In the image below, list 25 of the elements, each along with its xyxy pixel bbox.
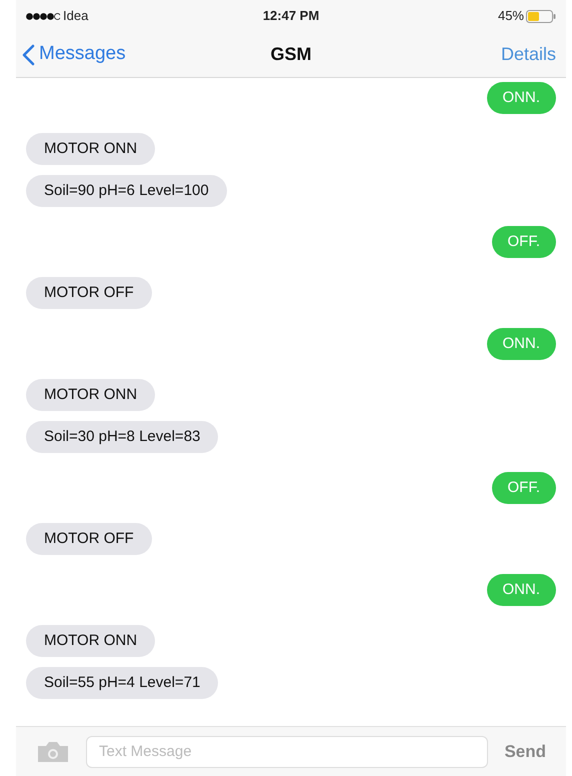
battery-percent: 45% xyxy=(498,7,524,26)
camera-icon[interactable] xyxy=(36,740,70,764)
send-button[interactable]: Send xyxy=(504,738,546,764)
received-message-bubble: MOTOR ONN xyxy=(26,379,156,411)
back-button[interactable]: Messages xyxy=(22,40,192,69)
received-message-bubble: MOTOR ONN xyxy=(26,133,156,165)
received-message-bubble: MOTOR OFF xyxy=(26,277,152,309)
received-message-bubble: MOTOR OFF xyxy=(26,523,152,555)
received-message-bubble: Soil=30 pH=8 Level=83 xyxy=(26,421,218,453)
details-button[interactable]: Details xyxy=(390,41,560,68)
sent-message-bubble: ONN. xyxy=(486,82,556,114)
sent-message-bubble: OFF. xyxy=(492,472,556,504)
clock-time: 12:47 PM xyxy=(262,7,320,26)
carrier-name: Idea xyxy=(63,7,88,26)
chevron-left-icon xyxy=(22,44,35,66)
signal-icon xyxy=(26,12,60,20)
sent-message-bubble: ONN. xyxy=(486,328,556,360)
conversation-title: GSM xyxy=(270,43,312,66)
received-message-bubble: MOTOR ONN xyxy=(26,625,156,657)
battery-icon xyxy=(526,10,556,22)
received-message-bubble: Soil=90 pH=6 Level=100 xyxy=(26,175,227,207)
received-message-bubble: Soil=55 pH=4 Level=71 xyxy=(26,667,218,699)
sent-message-bubble: ONN. xyxy=(486,574,556,606)
sent-message-bubble: OFF. xyxy=(492,226,556,258)
message-input-field[interactable]: Text Message xyxy=(86,736,488,768)
